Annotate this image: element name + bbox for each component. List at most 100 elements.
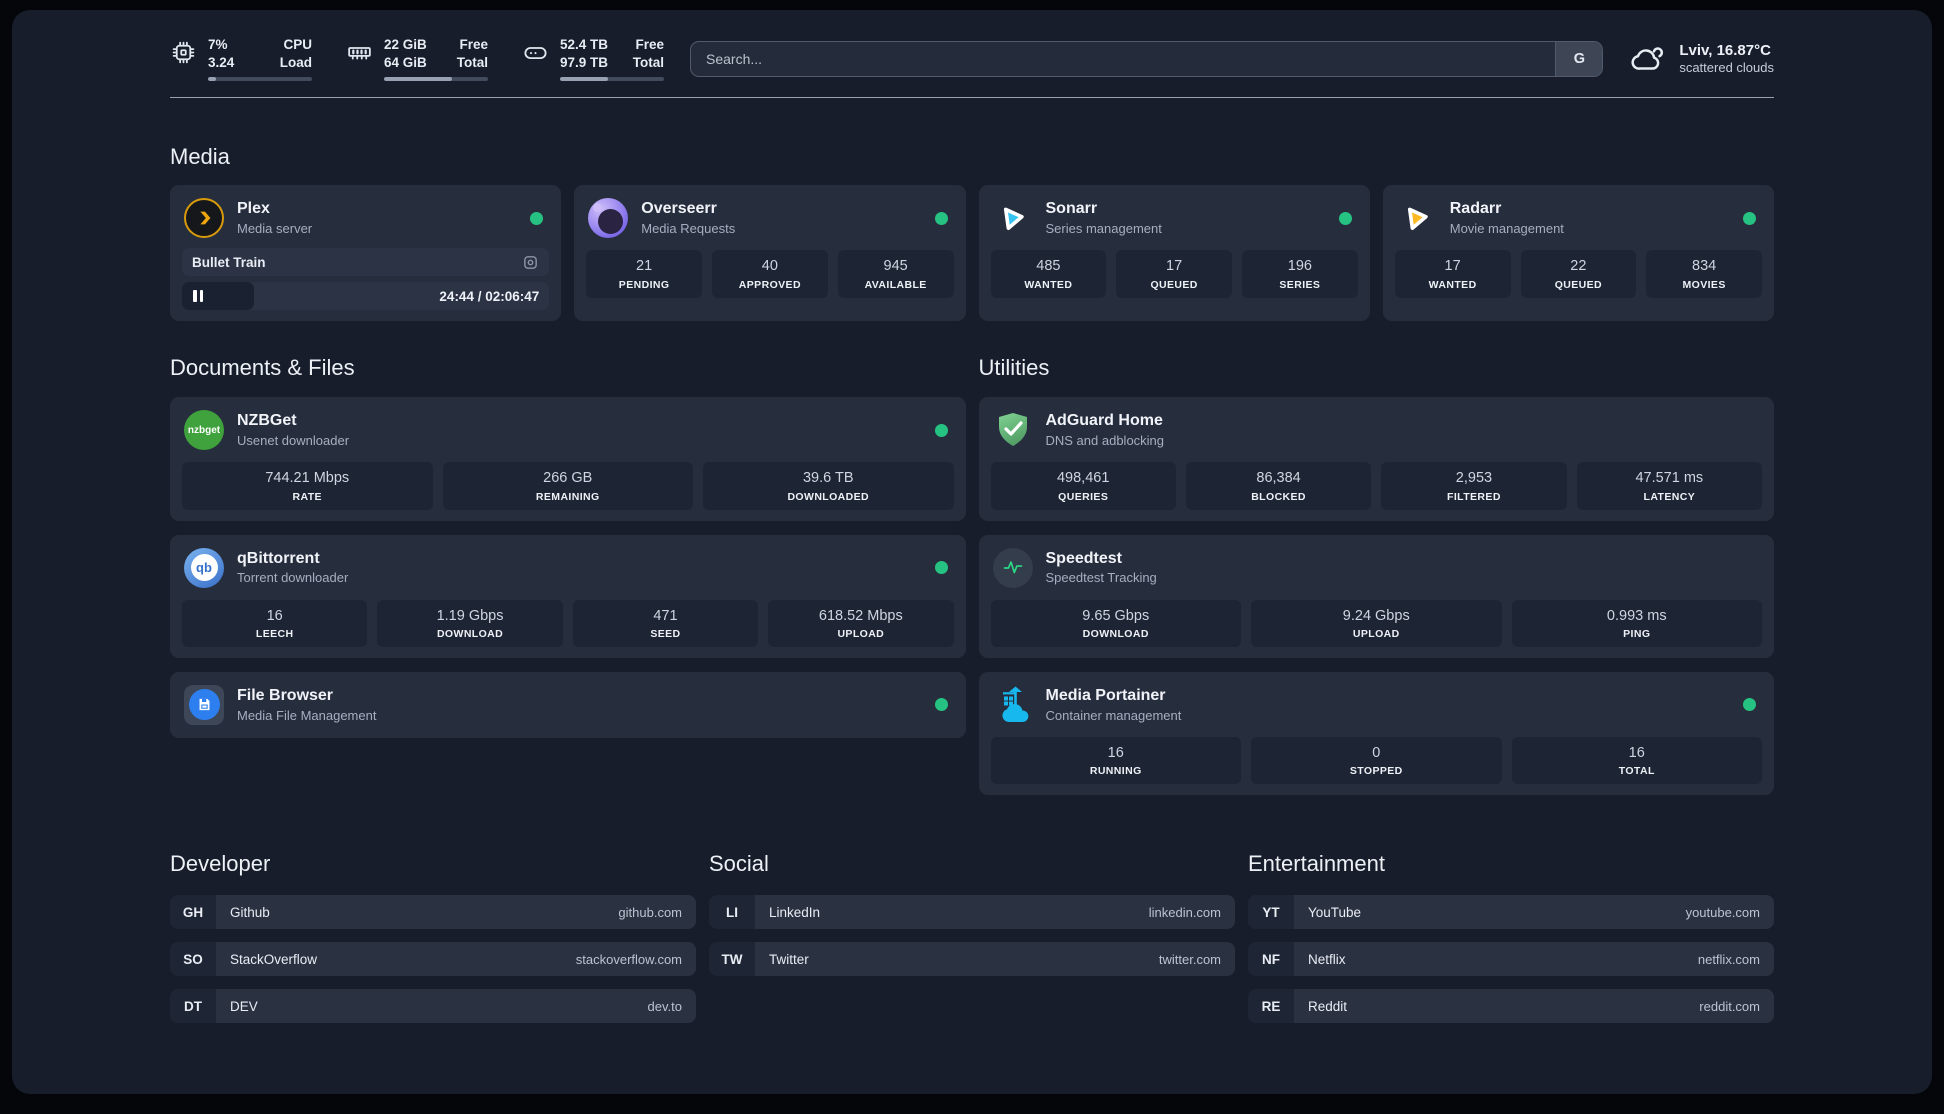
app-description: Movie management xyxy=(1449,220,1564,236)
adguard-card[interactable]: AdGuard Home DNS and adblocking 498,461 … xyxy=(978,397,1774,521)
app-name: AdGuard Home xyxy=(1045,412,1163,430)
stat-label: QUEUED xyxy=(1150,278,1198,291)
bookmark-stackoverflow[interactable]: SO StackOverflow stackoverflow.com xyxy=(170,942,696,977)
bookmark-dev[interactable]: DT DEV dev.to xyxy=(170,989,696,1024)
radarr-titles: Radarr Movie management xyxy=(1450,200,1564,235)
speedtest-icon xyxy=(992,547,1033,588)
sonarr-card[interactable]: Sonarr Series management 485 WANTED 17 Q… xyxy=(978,185,1370,322)
stat-label: WANTED xyxy=(1024,278,1073,291)
stat-label: DOWNLOAD xyxy=(1082,627,1149,640)
pause-icon xyxy=(193,290,203,303)
bookmark-youtube[interactable]: YT YouTube youtube.com xyxy=(1248,895,1774,930)
stat-label: APPROVED xyxy=(738,278,801,291)
memory-total: 64 GiB xyxy=(384,54,427,70)
cpu-progress-fill xyxy=(208,76,217,82)
app-description: Container management xyxy=(1045,707,1182,723)
entertainment-group-title: Entertainment xyxy=(1248,851,1385,877)
sonarr-card-header: Sonarr Series management xyxy=(991,196,1358,240)
stat-value: 0 xyxy=(1372,744,1381,761)
bookmark-url: reddit.com xyxy=(1699,998,1760,1014)
now-playing-row: Bullet Train xyxy=(182,248,550,277)
topbar: 7% CPU 3.24 Load 22 GiB Free 64 GiB Tota… xyxy=(12,10,1932,82)
stat-remaining: 266 GB REMAINING xyxy=(442,462,693,510)
filebrowser-card-header: File Browser Media File Management xyxy=(182,683,954,727)
search-bar: G xyxy=(690,40,1604,77)
overseerr-stats: 21 PENDING 40 APPROVED 945 AVAILABLE xyxy=(586,250,954,298)
memory-row-1: 22 GiB Free xyxy=(384,36,488,54)
cpu-load: 3.24 xyxy=(208,54,235,70)
bookmark-name: Github xyxy=(230,904,270,920)
stat-movies: 834 MOVIES xyxy=(1646,250,1762,298)
stat-label: LATENCY xyxy=(1643,490,1696,503)
bookmark-name: LinkedIn xyxy=(769,904,821,920)
adguard-stats: 498,461 QUERIES 86,384 BLOCKED 2,953 FIL… xyxy=(990,462,1762,510)
bookmark-linkedin[interactable]: LI LinkedIn linkedin.com xyxy=(709,895,1235,930)
stat-label: QUERIES xyxy=(1058,490,1109,503)
developer-group-title: Developer xyxy=(170,851,271,877)
stat-stopped: 0 STOPPED xyxy=(1251,736,1502,785)
app-name: Overseerr xyxy=(641,200,717,218)
portainer-card[interactable]: Media Portainer Container management 16 … xyxy=(978,671,1774,796)
stat-value: 196 xyxy=(1287,258,1312,275)
cpu-row-2: 3.24 Load xyxy=(208,54,312,72)
app-name: File Browser xyxy=(237,687,334,705)
bookmark-abbr: NF xyxy=(1248,942,1294,977)
cloud-icon xyxy=(1629,40,1666,77)
radarr-card[interactable]: Radarr Movie management 17 WANTED 22 QUE… xyxy=(1382,185,1774,322)
app-name: Radarr xyxy=(1449,200,1502,218)
nzbget-card[interactable]: nzbget NZBGet Usenet downloader 744.21 M… xyxy=(170,397,966,521)
developer-group: Developer GH Github github.com SO StackO… xyxy=(170,851,696,1024)
cpu-progress-bar xyxy=(208,76,312,82)
speedtest-card-header: Speedtest Speedtest Tracking xyxy=(991,546,1763,590)
search-provider-button[interactable]: G xyxy=(1555,41,1603,76)
stat-value: 39.6 TB xyxy=(802,470,854,487)
stat-value: 266 GB xyxy=(543,470,593,487)
bookmark-netflix[interactable]: NF Netflix netflix.com xyxy=(1248,942,1774,977)
playback-progress-bar: 24:44 / 02:06:47 xyxy=(182,282,550,311)
bookmark-url: dev.to xyxy=(647,998,682,1014)
overseerr-pupil xyxy=(598,209,624,235)
utilities-cards: AdGuard Home DNS and adblocking 498,461 … xyxy=(978,397,1774,796)
stat-label: UPLOAD xyxy=(1352,627,1400,640)
overseerr-titles: Overseerr Media Requests xyxy=(641,200,735,235)
app-name: Speedtest xyxy=(1045,549,1122,567)
stat-ping: 0.993 ms PING xyxy=(1511,599,1762,647)
stat-upload: 618.52 Mbps UPLOAD xyxy=(768,599,954,647)
stat-available: 945 AVAILABLE xyxy=(837,250,954,298)
portainer-titles: Media Portainer Container management xyxy=(1046,687,1182,722)
nzbget-card-header: nzbget NZBGet Usenet downloader xyxy=(182,408,954,452)
main-content: Media Plex Media server Bullet Train 24:… xyxy=(12,144,1932,1063)
bookmark-name: Twitter xyxy=(769,951,809,967)
stat-value: 17 xyxy=(1444,258,1461,275)
plex-card[interactable]: Plex Media server Bullet Train 24:44 / 0… xyxy=(170,185,562,322)
stat-running: 16 RUNNING xyxy=(990,736,1241,785)
stat-value: 945 xyxy=(883,258,908,275)
sonarr-icon xyxy=(993,198,1033,238)
stat-approved: 40 APPROVED xyxy=(712,250,828,298)
topbar-divider xyxy=(170,97,1774,99)
nzbget-titles: NZBGet Usenet downloader xyxy=(237,412,349,447)
stat-label: REMAINING xyxy=(535,490,600,503)
bookmark-reddit[interactable]: RE Reddit reddit.com xyxy=(1248,989,1774,1024)
bookmark-twitter[interactable]: TW Twitter twitter.com xyxy=(709,942,1235,977)
stat-series: 196 SERIES xyxy=(1242,250,1358,298)
qbittorrent-card[interactable]: qb qBittorrent Torrent downloader 16 LEE… xyxy=(170,534,966,658)
bookmark-groups: Developer GH Github github.com SO StackO… xyxy=(170,851,1774,1063)
bookmark-github[interactable]: GH Github github.com xyxy=(170,895,696,930)
stat-upload: 9.24 Gbps UPLOAD xyxy=(1251,599,1502,647)
speedtest-card[interactable]: Speedtest Speedtest Tracking 9.65 Gbps D… xyxy=(978,534,1774,658)
search-input[interactable] xyxy=(691,41,1556,76)
disk-stat: 52.4 TB Free 97.9 TB Total xyxy=(522,36,664,82)
total-label: Total xyxy=(456,54,488,70)
plex-now-playing: Bullet Train 24:44 / 02:06:47 xyxy=(182,248,550,311)
developer-list: GH Github github.com SO StackOverflow st… xyxy=(170,895,696,1024)
filebrowser-icon-circle xyxy=(188,689,220,721)
load-label: Load xyxy=(279,54,312,70)
filebrowser-card[interactable]: File Browser Media File Management xyxy=(170,671,966,738)
stat-filtered: 2,953 FILTERED xyxy=(1381,462,1567,510)
overseerr-card[interactable]: Overseerr Media Requests 21 PENDING 40 A… xyxy=(574,185,966,322)
app-name: Plex xyxy=(237,200,270,218)
plex-icon xyxy=(184,198,224,239)
disk-icon xyxy=(522,39,549,66)
free-label: Free xyxy=(459,37,488,52)
